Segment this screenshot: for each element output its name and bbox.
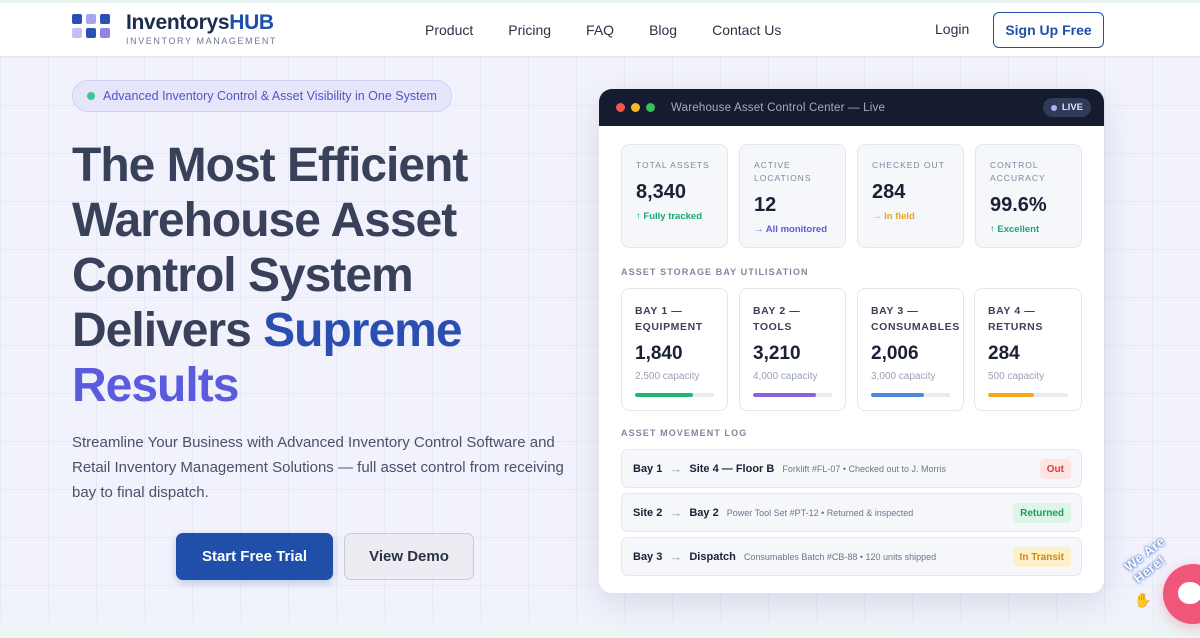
bay-progress-bar bbox=[753, 393, 832, 397]
arrow-right-icon: → bbox=[669, 549, 683, 564]
arrow-right-icon: → bbox=[669, 461, 683, 476]
logo[interactable]: InventorysHUB INVENTORY MANAGEMENT bbox=[72, 12, 277, 46]
dashboard-titlebar: Warehouse Asset Control Center — Live LI… bbox=[599, 89, 1104, 126]
site-header: InventorysHUB INVENTORY MANAGEMENT Produ… bbox=[0, 3, 1200, 57]
signup-button[interactable]: Sign Up Free bbox=[993, 12, 1104, 48]
bay-card-equipment: BAY 1 — EQUIPMENT 1,840 2,500 capacity bbox=[621, 288, 728, 411]
nav-product[interactable]: Product bbox=[425, 22, 473, 38]
stat-card-active-locations: ACTIVE LOCATIONS 12 → All monitored bbox=[739, 144, 846, 248]
logo-tagline: INVENTORY MANAGEMENT bbox=[126, 36, 278, 46]
maximize-dot-icon bbox=[646, 103, 655, 112]
hero-description: Streamline Your Business with Advanced I… bbox=[72, 434, 564, 501]
status-badge: In Transit bbox=[1012, 547, 1071, 567]
view-demo-button[interactable]: View Demo bbox=[344, 533, 474, 580]
login-link[interactable]: Login bbox=[935, 21, 969, 37]
main-nav: Product Pricing FAQ Blog Contact Us bbox=[425, 3, 816, 57]
log-section-label: ASSET MOVEMENT LOG bbox=[621, 428, 748, 438]
waving-hand-icon: ✋ bbox=[1134, 592, 1152, 608]
status-badge: Returned bbox=[1013, 503, 1071, 523]
arrow-right-icon: → bbox=[669, 505, 683, 520]
bay-card-tools: BAY 2 — TOOLS 3,210 4,000 capacity bbox=[739, 288, 846, 411]
bay-card-consumables: BAY 3 — CONSUMABLES 2,006 3,000 capacity bbox=[857, 288, 964, 411]
close-dot-icon bbox=[616, 103, 625, 112]
chat-bubble-icon bbox=[1178, 582, 1200, 604]
bay-section-label: ASSET STORAGE BAY UTILISATION bbox=[621, 267, 809, 277]
logo-grid-icon bbox=[72, 12, 118, 46]
hero-badge-text: Advanced Inventory Control & Asset Visib… bbox=[103, 89, 437, 103]
bay-progress-bar bbox=[988, 393, 1068, 397]
bay-progress-bar bbox=[871, 393, 950, 397]
log-row[interactable]: Site 2 → Bay 2 Power Tool Set #PT-12 • R… bbox=[621, 493, 1082, 532]
start-free-trial-button[interactable]: Start Free Trial bbox=[176, 533, 333, 580]
stat-card-control-accuracy: CONTROL ACCURACY 99.6% ↑ Excellent bbox=[975, 144, 1082, 248]
minimize-dot-icon bbox=[631, 103, 640, 112]
dashboard-title: Warehouse Asset Control Center — Live bbox=[671, 101, 886, 114]
hero-badge: Advanced Inventory Control & Asset Visib… bbox=[72, 80, 452, 112]
live-dot-icon bbox=[1050, 104, 1057, 111]
bay-card-returns: BAY 4 — RETURNS 284 500 capacity bbox=[974, 288, 1082, 411]
hero-title: The Most Efficient Warehouse Asset Contr… bbox=[72, 139, 468, 412]
log-row[interactable]: Bay 1 → Site 4 — Floor B Forklift #FL-07… bbox=[621, 449, 1082, 488]
bay-progress-bar bbox=[635, 393, 714, 397]
status-badge: Out bbox=[1039, 459, 1071, 479]
nav-contact[interactable]: Contact Us bbox=[712, 22, 781, 38]
log-row[interactable]: Bay 3 → Dispatch Consumables Batch #CB-8… bbox=[621, 537, 1082, 576]
live-badge: LIVE bbox=[1042, 98, 1091, 117]
stat-card-total-assets: TOTAL ASSETS 8,340 ↑ Fully tracked bbox=[621, 144, 728, 248]
nav-faq[interactable]: FAQ bbox=[586, 22, 614, 38]
stat-card-checked-out: CHECKED OUT 284 → In field bbox=[857, 144, 964, 248]
nav-blog[interactable]: Blog bbox=[649, 22, 677, 38]
logo-name: InventorysHUB bbox=[126, 11, 274, 34]
nav-pricing[interactable]: Pricing bbox=[508, 22, 551, 38]
green-dot-icon bbox=[87, 92, 95, 100]
